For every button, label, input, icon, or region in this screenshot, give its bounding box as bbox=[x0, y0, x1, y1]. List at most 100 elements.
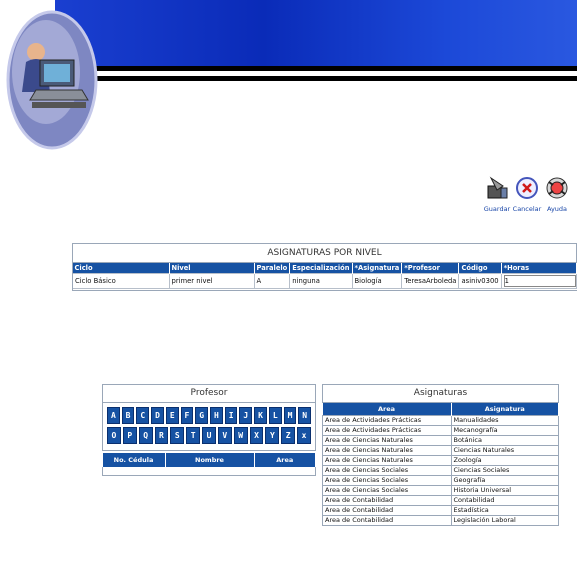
letter-button[interactable]: B bbox=[121, 407, 135, 424]
table-row[interactable]: Area de Actividades Prácticas Manualidade… bbox=[322, 415, 559, 426]
cell-area: Area de Contabilidad bbox=[322, 515, 452, 526]
letter-button[interactable]: F bbox=[180, 407, 194, 424]
cell-asignatura: Ciencias Naturales bbox=[450, 445, 559, 456]
cell-area: Area de Ciencias Sociales bbox=[322, 475, 452, 486]
letter-row: OPQRSTUVWXYZx bbox=[107, 427, 311, 444]
cell-asignatura: Ciencias Sociales bbox=[450, 465, 559, 476]
letter-button[interactable]: A bbox=[107, 407, 120, 424]
save-icon bbox=[487, 176, 508, 199]
letter-button[interactable]: U bbox=[202, 427, 216, 444]
cell-asignatura: Mecanografía bbox=[450, 425, 559, 436]
letter-button[interactable]: C bbox=[136, 407, 150, 424]
letter-button[interactable]: M bbox=[283, 407, 297, 424]
cell-asignatura: Zoología bbox=[450, 455, 559, 466]
table-row: Ciclo Básico primer nivel A ninguna Biol… bbox=[72, 273, 577, 289]
col-profesor: *Profesor bbox=[401, 263, 460, 274]
profesor-table: No. Cédula Nombre Area bbox=[102, 453, 316, 476]
cell-asignatura: Contabilidad bbox=[450, 495, 559, 506]
letter-button[interactable]: L bbox=[268, 407, 282, 424]
cell-area: Area de Ciencias Naturales bbox=[322, 455, 452, 466]
table-row[interactable]: Area de Ciencias Sociales Ciencias Social… bbox=[322, 465, 559, 476]
cell-asignatura: Historia Universal bbox=[450, 485, 559, 496]
empty-cell bbox=[102, 467, 316, 476]
cell-especializacion: ninguna bbox=[289, 273, 353, 289]
letter-filter: ABCDEFGHIJKLMN OPQRSTUVWXYZx bbox=[102, 403, 316, 451]
col-especializacion: Especialización bbox=[289, 263, 353, 274]
letter-button[interactable]: K bbox=[254, 407, 267, 424]
app-logo bbox=[6, 10, 98, 150]
letter-button[interactable]: Z bbox=[281, 427, 296, 444]
table-row[interactable]: Area de Actividades Prácticas Mecanografí… bbox=[322, 425, 559, 436]
table-row[interactable]: Area de Ciencias Naturales Zoología bbox=[322, 455, 559, 466]
table-row[interactable]: Area de Ciencias Naturales Botánica bbox=[322, 435, 559, 446]
cell-area: Area de Actividades Prácticas bbox=[322, 425, 452, 436]
col-ciclo: Ciclo bbox=[72, 263, 170, 274]
letter-button[interactable]: H bbox=[210, 407, 223, 424]
table-row[interactable]: Area de Ciencias Naturales Ciencias Natur… bbox=[322, 445, 559, 456]
cell-asignatura: Botánica bbox=[450, 435, 559, 446]
cell-area: Area de Ciencias Naturales bbox=[322, 435, 452, 446]
table-row[interactable]: Area de Contabilidad Contabilidad bbox=[322, 495, 559, 506]
profesor-title: Profesor bbox=[102, 384, 316, 403]
toolbar: Guardar Cancelar Ayuda bbox=[482, 176, 577, 236]
table-row[interactable]: Area de Contabilidad Legislación Laboral bbox=[322, 515, 559, 526]
letter-button[interactable]: W bbox=[233, 427, 248, 444]
cell-area: Area de Actividades Prácticas bbox=[322, 415, 452, 426]
col-asignatura: Asignatura bbox=[451, 403, 559, 416]
table-row[interactable]: Area de Ciencias Sociales Geografía bbox=[322, 475, 559, 486]
cell-area: Area de Ciencias Sociales bbox=[322, 485, 452, 496]
table-row[interactable]: Area de Ciencias Sociales Historia Univer… bbox=[322, 485, 559, 496]
cancel-icon bbox=[516, 177, 538, 199]
cell-codigo: asiniv0300 bbox=[458, 273, 502, 289]
col-nivel: Nivel bbox=[169, 263, 255, 274]
banner-stripe bbox=[55, 76, 577, 81]
hours-input[interactable]: 1 bbox=[503, 275, 576, 287]
letter-button[interactable]: X bbox=[249, 427, 264, 444]
col-asignatura: *Asignatura bbox=[352, 263, 403, 274]
cell-asignatura: Geografía bbox=[450, 475, 559, 486]
letter-button[interactable]: O bbox=[107, 427, 121, 444]
cell-asignatura: Legislación Laboral bbox=[450, 515, 559, 526]
col-area: Area bbox=[254, 453, 316, 467]
letter-button[interactable]: R bbox=[154, 427, 169, 444]
letter-button[interactable]: E bbox=[165, 407, 179, 424]
asignaturas-panel: Asignaturas Area Asignatura Area de Acti… bbox=[322, 384, 559, 526]
table-row bbox=[102, 467, 316, 476]
banner-background bbox=[55, 0, 577, 66]
letter-button[interactable]: S bbox=[170, 427, 185, 444]
cell-asignatura: Biología bbox=[351, 273, 403, 289]
col-cedula: No. Cédula bbox=[102, 453, 166, 467]
cell-paralelo: A bbox=[253, 273, 291, 289]
col-area: Area bbox=[322, 403, 452, 416]
letter-button[interactable]: N bbox=[298, 407, 312, 424]
cell-profesor: TeresaArboleda bbox=[401, 273, 460, 289]
cell-asignatura: Estadística bbox=[450, 505, 559, 516]
col-nombre: Nombre bbox=[165, 453, 255, 467]
letter-button[interactable]: T bbox=[186, 427, 201, 444]
letter-button[interactable]: V bbox=[217, 427, 232, 444]
letter-button[interactable]: Q bbox=[138, 427, 153, 444]
letter-button[interactable]: G bbox=[195, 407, 209, 424]
cell-asignatura: Manualidades bbox=[450, 415, 559, 426]
help-label: Ayuda bbox=[546, 205, 568, 213]
help-icon bbox=[546, 177, 568, 199]
col-horas: *Horas bbox=[501, 263, 577, 274]
cell-ciclo: Ciclo Básico bbox=[72, 273, 170, 289]
letter-button[interactable]: Y bbox=[265, 427, 280, 444]
table-row[interactable]: Area de Contabilidad Estadística bbox=[322, 505, 559, 516]
letter-button[interactable]: x bbox=[297, 427, 311, 444]
cell-area: Area de Ciencias Sociales bbox=[322, 465, 452, 476]
help-button[interactable]: Ayuda bbox=[542, 176, 572, 218]
asignaturas-title: Asignaturas bbox=[322, 384, 559, 403]
nivel-panel: ASIGNATURAS POR NIVEL Ciclo Nivel Parale… bbox=[72, 243, 577, 289]
nivel-title: ASIGNATURAS POR NIVEL bbox=[72, 243, 577, 263]
asignaturas-table: Area Asignatura Area de Actividades Prác… bbox=[322, 403, 559, 526]
letter-button[interactable]: P bbox=[122, 427, 137, 444]
cell-horas: 1 bbox=[500, 273, 577, 289]
col-codigo: Código bbox=[458, 263, 502, 274]
letter-button[interactable]: I bbox=[224, 407, 238, 424]
letter-button[interactable]: J bbox=[239, 407, 253, 424]
letter-button[interactable]: D bbox=[151, 407, 164, 424]
col-paralelo: Paralelo bbox=[254, 263, 291, 274]
banner-stripe bbox=[55, 66, 577, 71]
